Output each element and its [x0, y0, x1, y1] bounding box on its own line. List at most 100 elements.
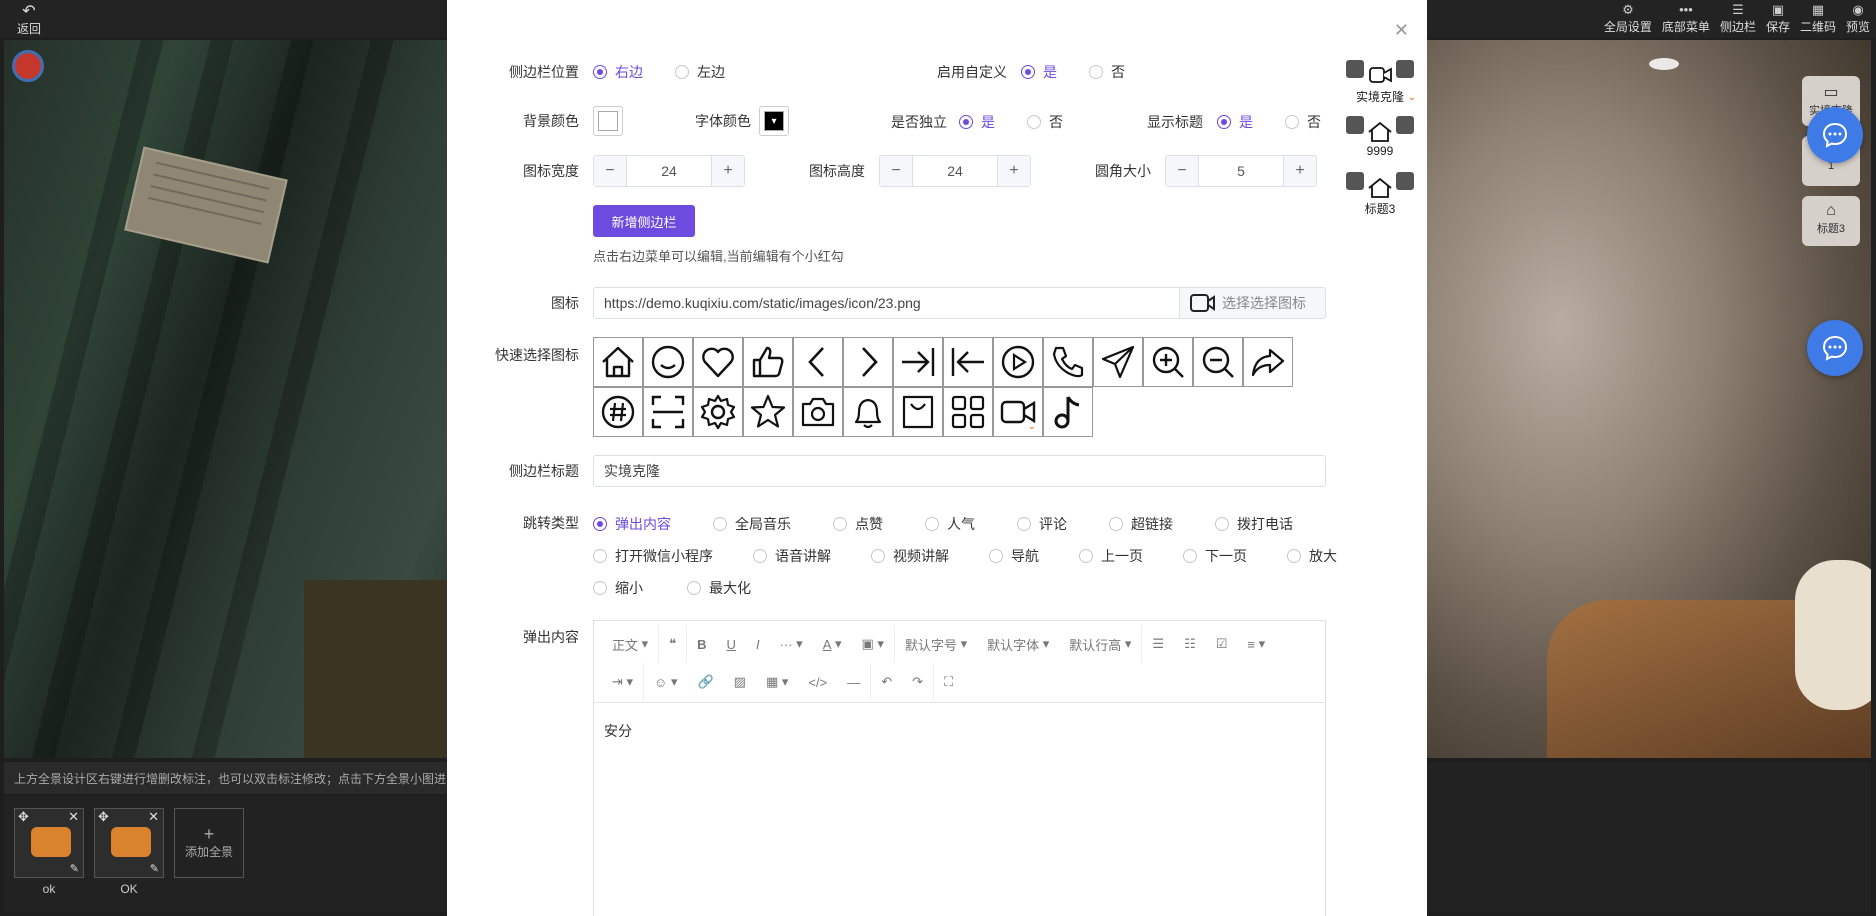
chat-button[interactable]: [1807, 320, 1863, 376]
font-color-button[interactable]: A ▾: [813, 625, 852, 663]
title-input[interactable]: 实境克隆: [593, 455, 1326, 487]
radio-mini-program[interactable]: 打开微信小程序: [593, 546, 713, 566]
icon-url-input[interactable]: https://demo.kuqixiu.com/static/images/i…: [593, 287, 1180, 319]
arrow-right-bar-icon[interactable]: [893, 337, 943, 387]
move-icon[interactable]: ✥: [18, 809, 29, 825]
font-family-select[interactable]: 默认字体 ▾: [977, 625, 1059, 663]
bg-color-picker[interactable]: [593, 106, 623, 136]
radio-hyperlink[interactable]: 超链接: [1109, 514, 1173, 534]
emoji-button[interactable]: ☺ ▾: [644, 663, 687, 701]
radio-maximize[interactable]: 最大化: [687, 578, 751, 598]
bullet-list-button[interactable]: ☰: [1142, 625, 1174, 663]
radio-navigation[interactable]: 导航: [989, 546, 1039, 566]
back-button[interactable]: ↶ 返回: [12, 4, 46, 37]
play-icon[interactable]: [993, 337, 1043, 387]
radio-zoom-in[interactable]: 放大: [1287, 546, 1337, 566]
line-height-select[interactable]: 默认行高 ▾: [1059, 625, 1143, 663]
preview-item-2[interactable]: 9999: [1340, 114, 1420, 170]
arrow-left-bar-icon[interactable]: [943, 337, 993, 387]
minus-button[interactable]: −: [880, 156, 912, 186]
code-button[interactable]: </>: [798, 663, 837, 701]
fullscreen-button[interactable]: ⛶: [934, 663, 963, 701]
preview-button[interactable]: ◉ 预览: [1846, 2, 1870, 35]
radio-like[interactable]: 点赞: [833, 514, 883, 534]
qrcode-button[interactable]: ▦ 二维码: [1800, 2, 1836, 35]
radio-show-title-yes[interactable]: 是: [1217, 112, 1253, 132]
home-icon[interactable]: [593, 337, 643, 387]
align-button[interactable]: ≡ ▾: [1237, 625, 1275, 663]
scan-icon[interactable]: [643, 387, 693, 437]
plus-button[interactable]: +: [998, 156, 1030, 186]
zoom-out-icon[interactable]: [1193, 337, 1243, 387]
send-icon[interactable]: [1093, 337, 1143, 387]
chat-button[interactable]: [1807, 107, 1863, 163]
radio-custom-no[interactable]: 否: [1089, 62, 1125, 82]
preview-item-3[interactable]: 标题3: [1340, 170, 1420, 226]
radio-video-guide[interactable]: 视频讲解: [871, 546, 949, 566]
chevron-right-icon[interactable]: [843, 337, 893, 387]
radio-global-music[interactable]: 全局音乐: [713, 514, 791, 534]
bg-color-button[interactable]: ▣ ▾: [852, 625, 895, 663]
icon-width-input[interactable]: 24: [626, 156, 712, 186]
radio-right[interactable]: 右边: [593, 62, 643, 82]
save-button[interactable]: ▣ 保存: [1766, 2, 1790, 35]
underline-button[interactable]: U: [717, 625, 746, 663]
redo-button[interactable]: ↷: [902, 663, 934, 701]
radio-call[interactable]: 拨打电话: [1215, 514, 1293, 534]
move-icon[interactable]: ✥: [98, 809, 109, 825]
camera-icon[interactable]: [793, 387, 843, 437]
radio-prev-page[interactable]: 上一页: [1079, 546, 1143, 566]
radio-left[interactable]: 左边: [675, 62, 725, 82]
chevron-left-icon[interactable]: [793, 337, 843, 387]
phone-icon[interactable]: [1043, 337, 1093, 387]
plus-button[interactable]: +: [712, 156, 744, 186]
numbered-list-button[interactable]: ☷: [1174, 625, 1206, 663]
todo-button[interactable]: ☑: [1206, 625, 1238, 663]
radio-popularity[interactable]: 人气: [925, 514, 975, 534]
radio-show-title-no[interactable]: 否: [1285, 112, 1321, 132]
side-menu-item-3[interactable]: ⌂ 标题3: [1802, 196, 1860, 246]
star-icon[interactable]: [743, 387, 793, 437]
divider-button[interactable]: ―: [837, 663, 872, 701]
zoom-in-icon[interactable]: [1143, 337, 1193, 387]
pick-icon-button[interactable]: 选择选择图标: [1180, 287, 1326, 319]
share-icon[interactable]: [1243, 337, 1293, 387]
radio-comment[interactable]: 评论: [1017, 514, 1067, 534]
heart-icon[interactable]: [693, 337, 743, 387]
edit-icon[interactable]: ✎: [150, 862, 159, 875]
radio-popup[interactable]: 弹出内容: [593, 514, 671, 534]
more-style-button[interactable]: ··· ▾: [770, 625, 813, 663]
plus-button[interactable]: +: [1284, 156, 1316, 186]
grid-icon[interactable]: [943, 387, 993, 437]
radio-next-page[interactable]: 下一页: [1183, 546, 1247, 566]
bold-button[interactable]: B: [687, 625, 716, 663]
video-icon[interactable]: ⌄: [993, 387, 1043, 437]
sidebar-button[interactable]: ☰ 侧边栏: [1720, 2, 1756, 35]
font-color-picker[interactable]: ▾: [759, 106, 789, 136]
thumbs-up-icon[interactable]: [743, 337, 793, 387]
font-size-select[interactable]: 默认字号 ▾: [895, 625, 977, 663]
smile-icon[interactable]: [643, 337, 693, 387]
close-icon[interactable]: ✕: [68, 809, 79, 825]
editor-content[interactable]: 安分: [594, 703, 1325, 759]
radio-independent-no[interactable]: 否: [1027, 112, 1063, 132]
link-button[interactable]: 🔗: [687, 663, 723, 701]
add-panorama-button[interactable]: + 添加全景: [174, 808, 244, 878]
panorama-thumb[interactable]: ✥ ✕ ✎: [14, 808, 84, 878]
music-note-icon[interactable]: [1043, 387, 1093, 437]
bag-icon[interactable]: [893, 387, 943, 437]
add-sidebar-button[interactable]: 新增侧边栏: [593, 205, 695, 237]
table-button[interactable]: ▦ ▾: [756, 663, 798, 701]
gear-icon[interactable]: [693, 387, 743, 437]
bottom-menu-button[interactable]: ••• 底部菜单: [1662, 2, 1710, 35]
close-icon[interactable]: ✕: [148, 809, 159, 825]
image-button[interactable]: ▨: [724, 663, 756, 701]
bell-icon[interactable]: [843, 387, 893, 437]
italic-button[interactable]: I: [746, 625, 770, 663]
icon-height-input[interactable]: 24: [912, 156, 998, 186]
global-settings-button[interactable]: ⚙ 全局设置: [1604, 2, 1652, 35]
radio-zoom-out[interactable]: 缩小: [593, 578, 643, 598]
paragraph-select[interactable]: 正文 ▾: [602, 625, 660, 663]
preview-item-1[interactable]: 实境克隆 ⌄: [1340, 58, 1420, 114]
panorama-thumb[interactable]: ✥ ✕ ✎: [94, 808, 164, 878]
